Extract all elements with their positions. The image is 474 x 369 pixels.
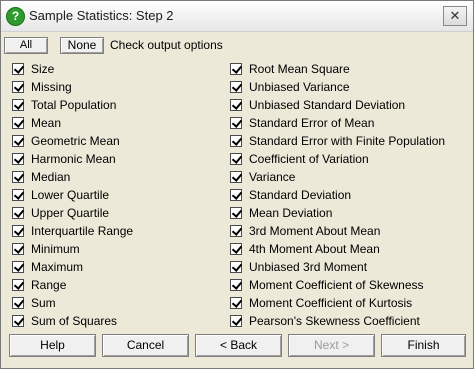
checkbox[interactable] (12, 135, 24, 147)
option-label: Sum (31, 296, 56, 310)
checkbox[interactable] (230, 261, 242, 273)
checkbox[interactable] (12, 243, 24, 255)
option-label: Root Mean Square (249, 62, 350, 76)
option-label: Moment Coefficient of Skewness (249, 278, 424, 292)
option-label: Minimum (31, 242, 80, 256)
checkbox[interactable] (230, 81, 242, 93)
question-mark-icon: ? (6, 7, 25, 26)
option-label: Median (31, 170, 71, 184)
option-label: 3rd Moment About Mean (249, 224, 381, 238)
option-label: Range (31, 278, 67, 292)
checkbox[interactable] (12, 279, 24, 291)
option-label: Pearson's Skewness Coefficient (249, 314, 420, 328)
option-label: Mean Deviation (249, 206, 333, 220)
checkbox[interactable] (12, 171, 24, 183)
checkbox[interactable] (230, 153, 242, 165)
option-label: Standard Deviation (249, 188, 352, 202)
checkbox[interactable] (230, 63, 242, 75)
checkbox[interactable] (12, 297, 24, 309)
option-label: Sum of Squares (31, 314, 118, 328)
checkbox[interactable] (12, 117, 24, 129)
checkbox[interactable] (230, 243, 242, 255)
checkbox[interactable] (12, 99, 24, 111)
next-button[interactable]: Next > (288, 334, 375, 357)
checkbox[interactable] (12, 189, 24, 201)
checkbox[interactable] (12, 261, 24, 273)
option-label: Total Population (31, 98, 117, 112)
checkbox[interactable] (12, 207, 24, 219)
option-label: Upper Quartile (31, 206, 110, 220)
option-label: Unbiased 3rd Moment (249, 260, 368, 274)
checkbox[interactable] (230, 315, 242, 327)
checkbox[interactable] (230, 225, 242, 237)
option-label: Coefficient of Variation (249, 152, 369, 166)
back-button[interactable]: < Back (195, 334, 282, 357)
option-label: Size (31, 62, 55, 76)
option-label: Unbiased Standard Deviation (249, 98, 406, 112)
checkbox[interactable] (230, 207, 242, 219)
option-label: 4th Moment About Mean (249, 242, 380, 256)
checkbox[interactable] (230, 297, 242, 309)
option-label: Unbiased Variance (249, 80, 350, 94)
checkbox[interactable] (230, 189, 242, 201)
option-label: Mean (31, 116, 62, 130)
checkbox[interactable] (12, 225, 24, 237)
checkbox[interactable] (230, 117, 242, 129)
checkbox[interactable] (12, 63, 24, 75)
option-label: Harmonic Mean (31, 152, 116, 166)
option-label: Variance (249, 170, 296, 184)
checkbox[interactable] (230, 279, 242, 291)
window-title: Sample Statistics: Step 2 (29, 8, 174, 23)
select-all-button[interactable]: All (4, 37, 48, 54)
button-row: Help Cancel < Back Next > Finish (1, 334, 474, 358)
option-label: Standard Error of Mean (249, 116, 375, 130)
checkbox[interactable] (12, 315, 24, 327)
check-output-options-label: Check output options (110, 38, 223, 52)
option-label: Maximum (31, 260, 84, 274)
option-label: Missing (31, 80, 72, 94)
help-button[interactable]: Help (9, 334, 96, 357)
checkbox[interactable] (12, 153, 24, 165)
checkbox[interactable] (12, 81, 24, 93)
checkbox[interactable] (230, 99, 242, 111)
option-label: Geometric Mean (31, 134, 120, 148)
checkbox[interactable] (230, 171, 242, 183)
option-label: Moment Coefficient of Kurtosis (249, 296, 413, 310)
title-bar: ? Sample Statistics: Step 2 ✕ (1, 1, 473, 32)
option-label: Interquartile Range (31, 224, 134, 238)
option-label: Lower Quartile (31, 188, 110, 202)
checkbox[interactable] (230, 135, 242, 147)
close-button[interactable]: ✕ (443, 6, 467, 26)
select-none-button[interactable]: None (60, 37, 104, 54)
option-label: Standard Error with Finite Population (249, 134, 446, 148)
finish-button[interactable]: Finish (381, 334, 466, 357)
cancel-button[interactable]: Cancel (102, 334, 189, 357)
dialog-window: ? Sample Statistics: Step 2 ✕ All None C… (0, 0, 474, 369)
